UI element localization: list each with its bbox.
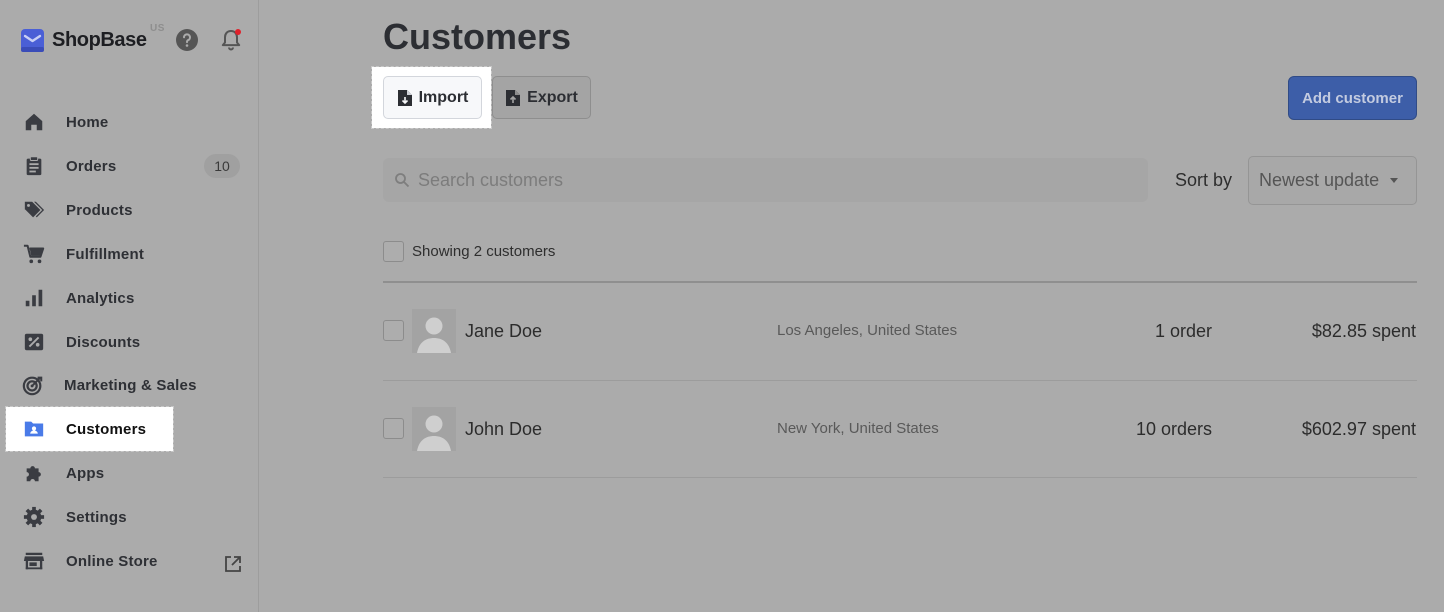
row-divider [383, 477, 1417, 478]
sidebar-item-apps[interactable]: Apps [6, 451, 173, 495]
brand[interactable]: ShopBase US [20, 23, 164, 54]
list-divider [383, 281, 1417, 283]
sidebar-item-products[interactable]: Products [6, 188, 173, 232]
customer-spent: $82.85 spent [1311, 321, 1416, 341]
avatar [412, 407, 456, 451]
sidebar-item-orders[interactable]: Orders [6, 144, 173, 188]
search-bar [383, 158, 1148, 202]
sort-by-label: Sort by [1175, 170, 1233, 190]
import-file-icon [397, 89, 412, 106]
sidebar-item-label: Orders [66, 157, 117, 175]
sidebar: ShopBase US Home Orders Products Fulfill… [0, 0, 259, 612]
home-icon [22, 110, 46, 134]
sidebar-item-customers[interactable]: Customers [5, 406, 174, 452]
customer-orders: 1 order [1154, 321, 1212, 341]
user-placeholder-icon [417, 415, 451, 451]
select-all-checkbox[interactable] [383, 241, 404, 262]
target-icon [22, 373, 44, 397]
customer-name[interactable]: John Doe [465, 419, 542, 440]
notification-bell-icon[interactable] [219, 28, 243, 52]
import-button-label: Import [418, 88, 469, 106]
sort-selected-value: Newest update [1259, 170, 1380, 190]
sort-select[interactable]: Newest update [1248, 156, 1417, 205]
page-title: Customers [383, 16, 572, 57]
sidebar-item-label: Settings [66, 508, 127, 526]
sidebar-item-settings[interactable]: Settings [6, 495, 173, 539]
gear-icon [22, 505, 46, 529]
sidebar-item-analytics[interactable]: Analytics [6, 276, 173, 320]
export-button[interactable]: Export [492, 76, 591, 119]
sidebar-item-label: Home [66, 113, 109, 131]
add-customer-button[interactable]: Add customer [1288, 76, 1417, 120]
sidebar-item-label: Customers [66, 420, 147, 438]
search-icon [395, 173, 410, 188]
store-icon [22, 549, 46, 573]
brand-name: ShopBase [52, 28, 147, 51]
customer-location: New York, United States [777, 420, 939, 437]
customer-orders: 10 orders [1135, 419, 1212, 439]
row-checkbox[interactable] [383, 418, 404, 439]
clipboard-icon [22, 154, 46, 178]
shopbase-logo-icon [21, 28, 44, 52]
sidebar-item-label: Analytics [66, 289, 135, 307]
brand-region: US [150, 23, 165, 34]
sidebar-item-label: Fulfillment [66, 245, 145, 263]
user-placeholder-icon [417, 317, 451, 353]
sidebar-item-marketing-sales[interactable]: Marketing & Sales [6, 363, 196, 407]
cart-icon [22, 242, 46, 266]
sidebar-item-online-store[interactable]: Online Store [6, 539, 173, 583]
customer-spent: $602.97 spent [1301, 419, 1416, 439]
bar-chart-icon [22, 286, 46, 310]
customer-folder-icon [22, 417, 46, 441]
row-divider [383, 380, 1417, 381]
customer-location: Los Angeles, United States [777, 322, 958, 339]
tag-icon [22, 198, 46, 222]
export-button-label: Export [527, 88, 578, 106]
avatar [412, 309, 456, 353]
sidebar-item-fulfillment[interactable]: Fulfillment [6, 232, 173, 276]
sidebar-item-label: Discounts [66, 333, 141, 351]
sidebar-item-label: Online Store [66, 552, 158, 570]
customer-name[interactable]: Jane Doe [465, 321, 542, 342]
orders-count-badge: 10 [204, 154, 240, 178]
sidebar-item-home[interactable]: Home [6, 100, 173, 144]
row-checkbox[interactable] [383, 320, 404, 341]
sidebar-item-label: Apps [66, 464, 105, 482]
help-icon[interactable] [175, 28, 199, 52]
sidebar-item-discounts[interactable]: Discounts [6, 320, 173, 364]
percent-icon [22, 330, 46, 354]
sidebar-item-label: Marketing & Sales [64, 376, 197, 394]
chevron-down-icon [1390, 178, 1398, 183]
search-input[interactable] [416, 159, 1120, 201]
export-file-icon [506, 89, 521, 106]
puzzle-icon [22, 461, 46, 485]
sidebar-item-label: Products [66, 201, 133, 219]
import-button[interactable]: Import [383, 76, 482, 119]
external-link-icon[interactable] [224, 555, 242, 573]
customer-count-label: Showing 2 customers [412, 243, 556, 260]
